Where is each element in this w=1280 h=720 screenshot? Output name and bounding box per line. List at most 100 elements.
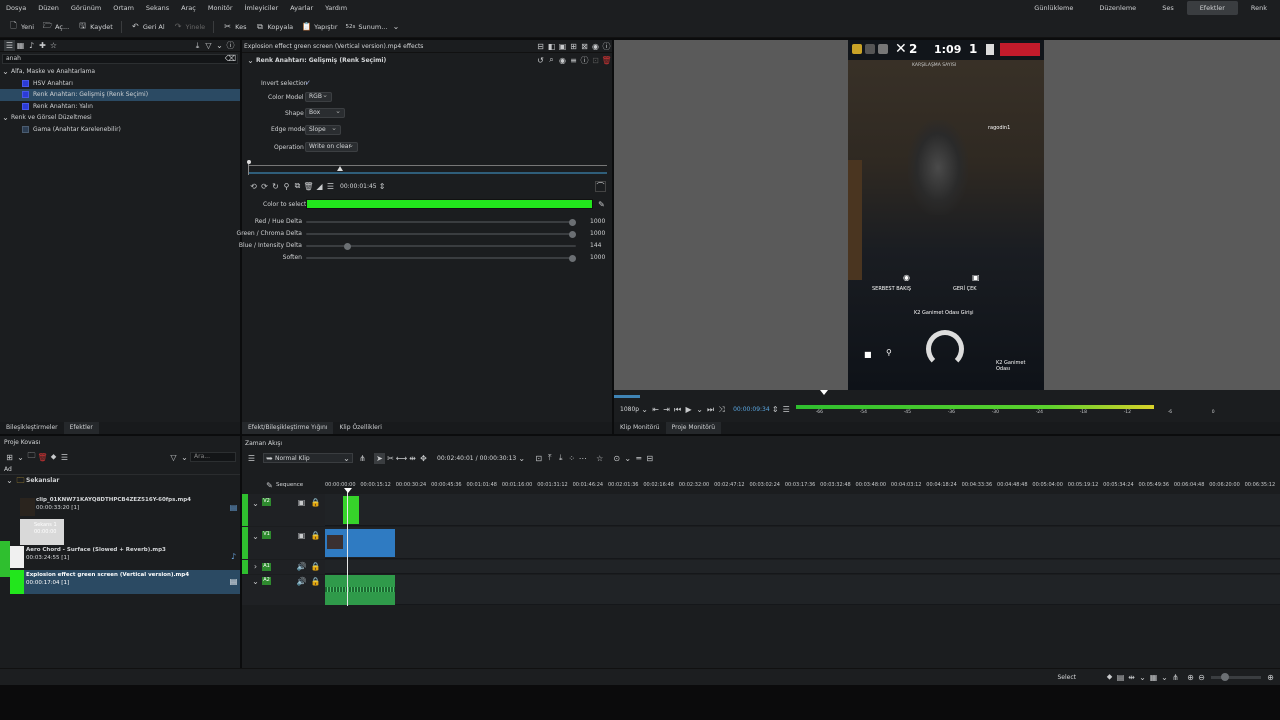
tag-icon[interactable]: ⬥ (48, 452, 59, 463)
filter-icon[interactable]: ▽ (203, 40, 214, 51)
timeline-position[interactable]: 00:02:40:01 (437, 455, 474, 462)
render-button[interactable]: 52s Sunum... ⌄ (346, 21, 404, 32)
bin-item[interactable]: Aero Chord - Surface (Slowed + Reverb).m… (10, 546, 240, 568)
film-icon[interactable]: ▣ (296, 530, 307, 541)
workspace-logging[interactable]: Günlükleme (1021, 0, 1086, 16)
shape-select[interactable]: Box (305, 107, 345, 118)
param-slider[interactable] (306, 242, 576, 250)
lock-icon[interactable]: 🔒 (310, 497, 321, 508)
eyedropper-icon[interactable]: ✎ (596, 199, 607, 210)
multitrack-icon[interactable]: ═ (633, 453, 644, 464)
list-view-icon[interactable]: ☰ (4, 40, 15, 51)
menu-file[interactable]: Dosya (0, 4, 32, 12)
menu-view[interactable]: Görünüm (65, 4, 107, 12)
audio-thumb-icon[interactable]: ⇹ (1126, 672, 1137, 683)
menu-icon[interactable]: ☰ (246, 453, 257, 464)
workspace-color[interactable]: Renk (1238, 0, 1280, 16)
folder-icon[interactable]: 🗀 (26, 451, 37, 463)
tab-project-monitor[interactable]: Proje Monitörü (665, 422, 722, 434)
tab-clip-properties[interactable]: Klip Özellikleri (333, 422, 388, 434)
video-filter-icon[interactable]: ▦ (15, 40, 26, 51)
param-slider-knob[interactable] (569, 230, 576, 238)
chevron-down-icon[interactable]: ⌄ (179, 452, 190, 463)
keyframe-link-icon[interactable]: ⚲ (281, 181, 292, 192)
info-icon[interactable]: ⓘ (601, 41, 612, 52)
param-value[interactable]: 144 (590, 242, 601, 249)
column-name[interactable]: Ad (4, 466, 12, 473)
monitor-playhead[interactable] (820, 390, 828, 395)
interpolation-icon[interactable]: ◢ (314, 181, 325, 192)
speaker-icon[interactable]: 🔊 (296, 561, 307, 572)
param-slider[interactable] (306, 230, 576, 238)
timeline-playhead[interactable] (344, 488, 352, 493)
snap-icon[interactable]: ⋔ (1170, 672, 1181, 683)
collapse-icon[interactable]: ⊞ (568, 41, 579, 52)
spinner-icon[interactable]: ⇕ (770, 404, 781, 415)
track-label[interactable]: V2 (262, 498, 271, 506)
zoom-in-icon[interactable]: ⊕ (1185, 672, 1196, 683)
tab-effect-stack[interactable]: Efekt/Bileşikleştirme Yığını (242, 422, 334, 434)
zoom-icon[interactable]: ⌕ (546, 55, 557, 66)
monitor-timecode[interactable]: 00:00:09:34 (733, 406, 770, 413)
param-slider[interactable] (306, 218, 576, 226)
next-keyframe-icon[interactable]: ↻ (270, 181, 281, 192)
keyframe-playhead[interactable] (337, 166, 343, 171)
timeline-clip-audio[interactable] (325, 575, 395, 605)
audio-filter-icon[interactable]: ♪ (26, 40, 37, 51)
keyframe-timecode[interactable]: 00:00:01:45 (340, 183, 377, 190)
chevron-down-icon[interactable]: ⌄ (1159, 672, 1170, 683)
chevron-down-icon[interactable]: ⌄ (15, 452, 26, 463)
more-icon[interactable]: ⋯ (577, 453, 588, 464)
category-alpha-mask-keying[interactable]: ⌄ Alfa, Maske ve Anahtarlama (0, 66, 240, 78)
timeline-ruler[interactable]: ✎ Sequence 00:00:00:00 00:00:15:12 00:00:3… (242, 480, 1280, 493)
chevron-down-icon[interactable]: ⌄ (622, 453, 633, 464)
copy-button[interactable]: ⧉ Kopyala (254, 21, 293, 32)
zoom-in-icon[interactable]: ⊕ (1265, 672, 1276, 683)
record-icon[interactable]: ⊙ (611, 453, 622, 464)
reset-icon[interactable]: ↺ (535, 55, 546, 66)
clear-search-icon[interactable]: ⌫ (225, 53, 236, 64)
menu-edit[interactable]: Düzen (32, 4, 65, 12)
param-value[interactable]: 1000 (590, 230, 605, 237)
lock-icon[interactable]: 🔒 (310, 576, 321, 587)
redo-button[interactable]: ↷ Yinele (173, 21, 205, 32)
forward-icon[interactable]: ⏭ (705, 404, 716, 415)
lift-icon[interactable]: ⤒ (544, 453, 555, 464)
timeline-clip-gameplay[interactable] (325, 529, 395, 557)
track-label[interactable]: V1 (262, 531, 271, 539)
menu-icon[interactable]: ☰ (781, 404, 792, 415)
chevron-down-icon[interactable]: ⌄ (245, 55, 256, 66)
menu-tool[interactable]: Araç (175, 4, 202, 12)
bin-item-selected[interactable]: Explosion effect green screen (Vertical … (10, 570, 240, 594)
curve-icon[interactable]: ⌒ (595, 180, 606, 192)
new-button[interactable]: 🗋 Yeni (8, 21, 34, 32)
chevron-right-icon[interactable]: › (250, 561, 261, 572)
chevron-down-icon[interactable]: ⌄ (250, 498, 261, 509)
menu-icon[interactable]: ≡ (568, 55, 579, 66)
workspace-effects[interactable]: Efektler (1186, 1, 1238, 15)
undo-button[interactable]: ↶ Geri Al (130, 21, 165, 32)
param-slider-knob[interactable] (343, 242, 351, 250)
bin-folder[interactable]: ⌄ 🗀 Sekanslar (0, 475, 240, 487)
eye-icon[interactable]: ◉ (590, 41, 601, 52)
film-icon[interactable]: ▣ (296, 497, 307, 508)
workspace-audio[interactable]: Ses (1149, 0, 1187, 16)
zone-icon[interactable]: ⊠ (579, 41, 590, 52)
effect-item-gamma[interactable]: Gama (Anahtar Karelenebilir) (0, 124, 240, 136)
edit-mode-select[interactable]: ➥ Normal Klip ⌄ (263, 453, 353, 463)
loop-icon[interactable]: ⤨ (716, 404, 727, 415)
filter-icon[interactable]: ▽ (168, 452, 179, 463)
menu-clip[interactable]: Ortam (107, 4, 140, 12)
param-slider-knob[interactable] (569, 218, 576, 226)
menu-monitor[interactable]: Monitör (202, 4, 239, 12)
magnet-icon[interactable]: ⋔ (357, 453, 368, 464)
chevron-down-icon[interactable]: ⌄ (694, 404, 705, 415)
chevron-down-icon[interactable]: ⌄ (516, 453, 527, 464)
param-value[interactable]: 1000 (590, 218, 605, 225)
resolution-select[interactable]: 1080p (620, 406, 639, 413)
operation-select[interactable]: Write on clear (305, 141, 358, 152)
video-thumb-icon[interactable]: ▦ (1148, 672, 1159, 683)
select-tool-icon[interactable]: ➤ (374, 452, 385, 464)
chevron-down-icon[interactable]: ⌄ (214, 40, 225, 51)
bin-search-input[interactable]: Ara... (190, 452, 236, 462)
